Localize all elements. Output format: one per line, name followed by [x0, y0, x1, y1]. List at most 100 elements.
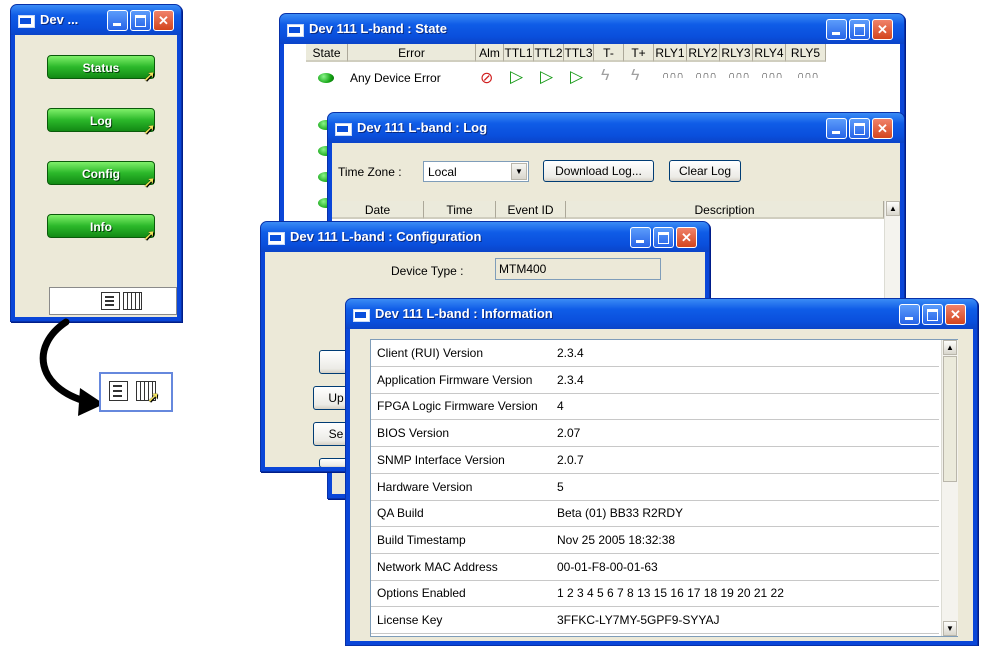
column-header[interactable]: TTL2	[534, 44, 564, 62]
close-button[interactable]: ✕	[872, 118, 893, 139]
config-title: Dev 111 L-band : Configuration	[290, 229, 482, 244]
table-row[interactable]: Network MAC Address 00-01-F8-00-01-63	[371, 554, 939, 581]
download-log-button[interactable]: Download Log...	[543, 160, 654, 182]
column-header[interactable]: RLY4	[753, 44, 786, 62]
info-key: Client (RUI) Version	[377, 346, 484, 360]
table-row[interactable]: Application Firmware Version 2.3.4	[371, 367, 939, 394]
maximize-button[interactable]	[849, 118, 870, 139]
scroll-down-icon[interactable]: ▼	[943, 621, 957, 636]
timezone-label: Time Zone :	[338, 165, 402, 179]
minimize-button[interactable]	[826, 19, 847, 40]
scroll-thumb[interactable]	[943, 356, 957, 482]
close-button[interactable]: ✕	[153, 10, 174, 31]
minimize-button[interactable]	[826, 118, 847, 139]
scroll-up-icon[interactable]: ▲	[886, 201, 900, 216]
zoomed-toolbar: ➚	[99, 372, 173, 412]
state-title: Dev 111 L-band : State	[309, 21, 447, 36]
column-header[interactable]: T-	[594, 44, 624, 62]
info-value: 00-01-F8-00-01-63	[557, 559, 658, 574]
table-row[interactable]: Any Device Error ⊘ ▷ ▷ ▷ ϟ ϟ ∩∩∩ ∩∩∩ ∩∩∩…	[284, 64, 900, 90]
info-button[interactable]: Info	[47, 214, 155, 238]
chevron-down-icon[interactable]: ▼	[511, 163, 527, 180]
column-header[interactable]: Event ID	[496, 201, 566, 219]
row-label: Any Device Error	[350, 71, 441, 85]
column-header[interactable]: Time	[424, 201, 496, 219]
table-row[interactable]: Build Timestamp Nov 25 2005 18:32:38	[371, 527, 939, 554]
ttl-arrow-icon: ▷	[510, 67, 524, 86]
column-header[interactable]: TTL3	[564, 44, 594, 62]
view-toolbar	[49, 287, 177, 315]
column-header[interactable]: TTL1	[504, 44, 534, 62]
relay-coil-icon: ∩∩∩	[662, 70, 684, 81]
pointer-icon: ➚	[143, 68, 156, 85]
minimize-button[interactable]	[899, 304, 920, 325]
timezone-select[interactable]: Local ▼	[423, 161, 529, 182]
info-window: Dev 111 L-band : Information ✕ Client (R…	[345, 298, 978, 646]
table-row[interactable]: Options Enabled 1 2 3 4 5 6 7 8 13 15 16 …	[371, 580, 939, 608]
curved-arrow-icon	[39, 318, 104, 416]
table-row[interactable]: QA Build Beta (01) BB33 R2RDY	[371, 500, 939, 528]
pointer-icon: ➚	[143, 227, 156, 244]
status-button[interactable]: Status	[47, 55, 155, 79]
column-header[interactable]: Alm	[476, 44, 504, 62]
maximize-button[interactable]	[922, 304, 943, 325]
launcher-titlebar[interactable]: Dev ... ✕	[11, 5, 181, 35]
info-value: 5	[557, 479, 564, 494]
info-value: 2.0.7	[557, 452, 584, 467]
pointer-icon: ➚	[143, 174, 156, 191]
relay-coil-icon: ∩∩∩	[797, 70, 819, 81]
device-type-label: Device Type :	[391, 264, 464, 278]
info-table: Client (RUI) Version 2.3.4 Application Fir…	[370, 339, 958, 637]
info-key: FPGA Logic Firmware Version	[377, 399, 538, 414]
table-row[interactable]: License Key 3FFKC-LY7MY-5GPF9-SYYAJ	[371, 607, 939, 634]
column-header[interactable]: Description	[566, 201, 884, 219]
column-header[interactable]: RLY3	[720, 44, 753, 62]
lightning-icon: ϟ	[601, 67, 610, 84]
launcher-client: Status ➚ Log ➚ Config ➚ Info ➚	[15, 35, 177, 317]
column-header[interactable]: RLY2	[687, 44, 720, 62]
info-key: SNMP Interface Version	[377, 452, 505, 467]
config-button[interactable]: Config	[47, 161, 155, 185]
clear-log-button[interactable]: Clear Log	[669, 160, 741, 182]
close-button[interactable]: ✕	[676, 227, 697, 248]
maximize-button[interactable]	[849, 19, 870, 40]
window-icon	[18, 15, 35, 28]
column-header[interactable]: Date	[332, 201, 424, 219]
column-header[interactable]: State	[306, 44, 348, 62]
ttl-arrow-icon: ▷	[540, 67, 554, 86]
table-row[interactable]: FPGA Logic Firmware Version 4	[371, 393, 939, 421]
state-titlebar[interactable]: Dev 111 L-band : State ✕	[280, 14, 904, 44]
config-titlebar[interactable]: Dev 111 L-band : Configuration ✕	[261, 222, 709, 252]
column-header[interactable]: RLY5	[786, 44, 826, 62]
maximize-button[interactable]	[130, 10, 151, 31]
log-button[interactable]: Log	[47, 108, 155, 132]
window-icon	[287, 24, 304, 37]
list-view-icon[interactable]	[109, 381, 128, 401]
info-value: 2.3.4	[557, 346, 584, 360]
info-titlebar[interactable]: Dev 111 L-band : Information ✕	[346, 299, 977, 329]
close-button[interactable]: ✕	[872, 19, 893, 40]
launcher-title: Dev ...	[40, 12, 79, 27]
relay-coil-icon: ∩∩∩	[728, 70, 750, 81]
scrollbar[interactable]: ▲ ▼	[941, 340, 958, 636]
log-titlebar[interactable]: Dev 111 L-band : Log ✕	[328, 113, 904, 143]
scroll-up-icon[interactable]: ▲	[943, 340, 957, 355]
column-header[interactable]: RLY1	[654, 44, 687, 62]
table-row[interactable]: SNMP Interface Version 2.0.7	[371, 447, 939, 474]
minimize-button[interactable]	[630, 227, 651, 248]
table-row[interactable]: Client (RUI) Version 2.3.4	[371, 340, 939, 367]
info-value: 3FFKC-LY7MY-5GPF9-SYYAJ	[557, 613, 720, 627]
column-header[interactable]: T+	[624, 44, 654, 62]
table-row[interactable]: BIOS Version 2.07	[371, 420, 939, 448]
grid-view-icon[interactable]	[123, 292, 142, 310]
column-header[interactable]: Error	[348, 44, 476, 62]
list-view-icon[interactable]	[101, 292, 120, 310]
close-button[interactable]: ✕	[945, 304, 966, 325]
pointer-icon: ➚	[143, 121, 156, 138]
minimize-button[interactable]	[107, 10, 128, 31]
table-row[interactable]: Hardware Version 5	[371, 474, 939, 501]
log-title: Dev 111 L-band : Log	[357, 120, 488, 135]
maximize-button[interactable]	[653, 227, 674, 248]
info-key: Options Enabled	[377, 586, 466, 601]
alarm-icon: ⊘	[480, 70, 494, 87]
